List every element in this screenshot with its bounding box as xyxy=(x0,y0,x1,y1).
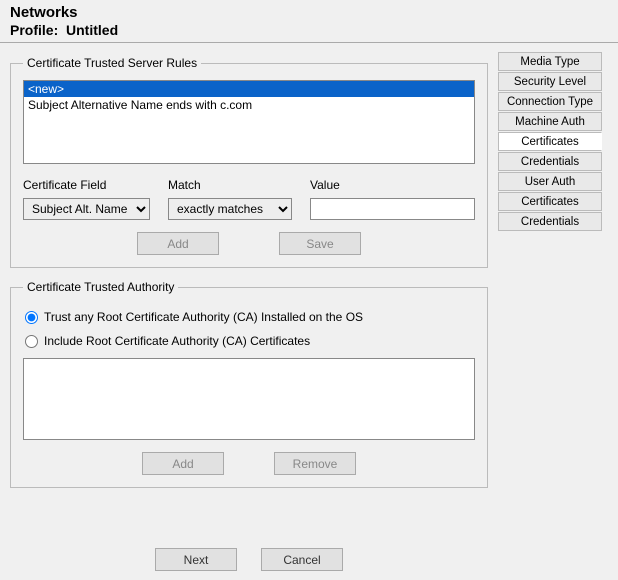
rules-legend: Certificate Trusted Server Rules xyxy=(23,56,201,70)
match-select[interactable]: exactly matches xyxy=(168,198,292,220)
trust-os-radio[interactable] xyxy=(25,311,38,324)
include-cert-radio[interactable] xyxy=(25,335,38,348)
rules-add-button[interactable]: Add xyxy=(137,232,219,255)
trust-os-label[interactable]: Trust any Root Certificate Authority (CA… xyxy=(44,310,363,324)
tab-6[interactable]: User Auth xyxy=(498,172,602,191)
profile-line: Profile: Untitled xyxy=(10,22,608,38)
authority-remove-button[interactable]: Remove xyxy=(274,452,356,475)
tab-0[interactable]: Media Type xyxy=(498,52,602,71)
tab-strip: Media TypeSecurity LevelConnection TypeM… xyxy=(498,48,608,580)
rules-group: Certificate Trusted Server Rules <new>Su… xyxy=(10,56,488,268)
tab-7[interactable]: Certificates xyxy=(498,192,602,211)
tab-5[interactable]: Credentials xyxy=(498,152,602,171)
next-button[interactable]: Next xyxy=(155,548,237,571)
value-label: Value xyxy=(310,178,475,192)
authority-listbox[interactable] xyxy=(23,358,475,440)
authority-group: Certificate Trusted Authority Trust any … xyxy=(10,280,488,488)
profile-label: Profile: xyxy=(10,22,58,38)
include-cert-label[interactable]: Include Root Certificate Authority (CA) … xyxy=(44,334,310,348)
authority-legend: Certificate Trusted Authority xyxy=(23,280,178,294)
rules-list-item-0[interactable]: <new> xyxy=(24,81,474,97)
tab-8[interactable]: Credentials xyxy=(498,212,602,231)
rules-save-button[interactable]: Save xyxy=(279,232,361,255)
rules-listbox[interactable]: <new>Subject Alternative Name ends with … xyxy=(23,80,475,164)
cancel-button[interactable]: Cancel xyxy=(261,548,343,571)
match-label: Match xyxy=(168,178,292,192)
tab-2[interactable]: Connection Type xyxy=(498,92,602,111)
tab-4[interactable]: Certificates xyxy=(498,132,602,151)
cert-field-label: Certificate Field xyxy=(23,178,150,192)
value-input[interactable] xyxy=(310,198,475,220)
rules-list-item-1[interactable]: Subject Alternative Name ends with c.com xyxy=(24,97,474,113)
tab-3[interactable]: Machine Auth xyxy=(498,112,602,131)
tab-1[interactable]: Security Level xyxy=(498,72,602,91)
page-title: Networks xyxy=(10,4,608,21)
authority-add-button[interactable]: Add xyxy=(142,452,224,475)
cert-field-select[interactable]: Subject Alt. Name xyxy=(23,198,150,220)
profile-value: Untitled xyxy=(66,22,118,38)
